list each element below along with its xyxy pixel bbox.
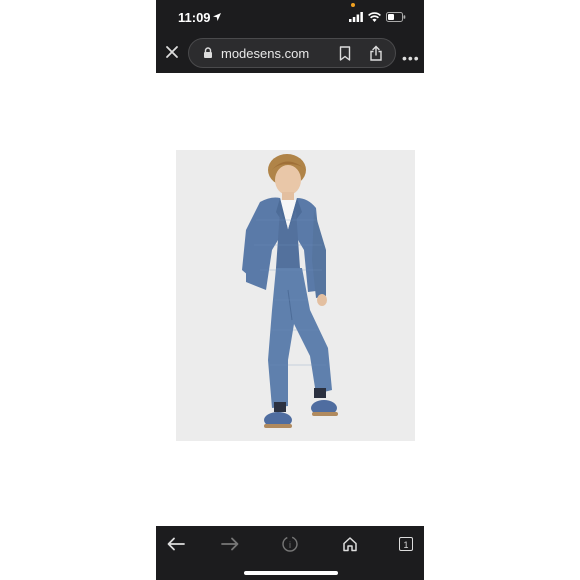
url-row: modesens.com ••• [156,36,424,70]
home-icon [343,537,357,552]
forward-button[interactable] [218,532,242,556]
home-button[interactable] [338,532,362,556]
browser-bottom-bar: i 1 [156,526,424,580]
boy-in-suit-illustration [176,150,415,441]
phone-screen: 11:09 modesens.com ••• i 1 [156,0,424,580]
svg-text:i: i [289,540,291,550]
product-image [176,150,415,441]
address-bar[interactable]: modesens.com [188,38,396,68]
wifi-icon [368,12,381,22]
info-sparkle-icon: i [282,536,298,552]
browser-top-bar: 11:09 modesens.com ••• [156,0,424,73]
forward-arrow-icon [221,537,239,551]
share-icon[interactable] [369,45,383,61]
location-arrow-icon [213,13,221,21]
back-button[interactable] [164,532,188,556]
bookmark-icon[interactable] [339,46,351,61]
status-icons [349,12,406,22]
signal-icon [349,12,363,22]
back-arrow-icon [167,537,185,551]
battery-icon [386,12,406,22]
home-indicator[interactable] [244,571,338,575]
privacy-indicator-dot [351,3,355,7]
tabs-button[interactable]: 1 [394,532,418,556]
tab-count: 1 [399,537,413,551]
more-options-icon[interactable]: ••• [402,50,420,66]
url-text[interactable]: modesens.com [221,46,309,61]
page-info-button[interactable]: i [278,532,302,556]
status-time: 11:09 [178,10,211,25]
lock-icon [204,47,212,58]
close-icon[interactable] [164,44,180,60]
